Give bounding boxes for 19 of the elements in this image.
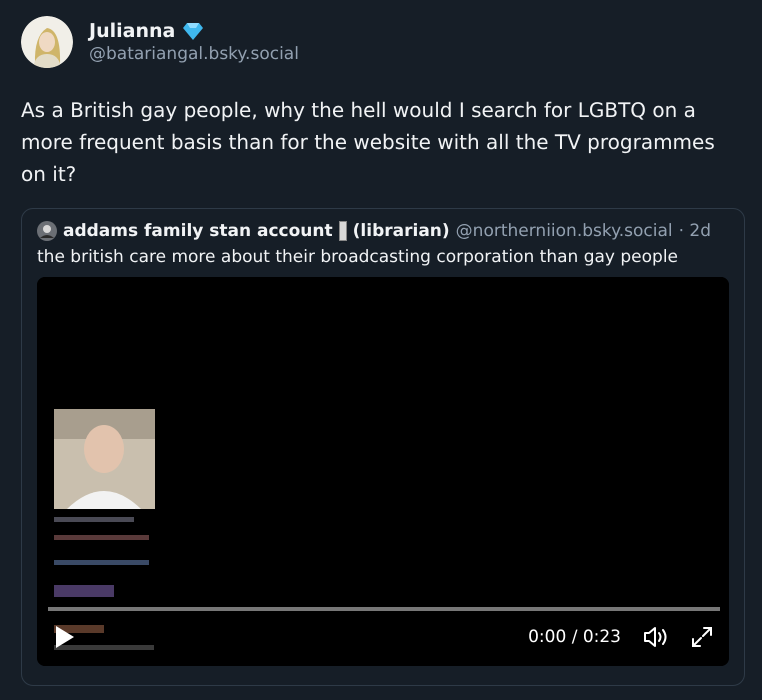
user-handle[interactable]: @batariangal.bsky.social (89, 44, 299, 64)
volume-icon[interactable] (643, 626, 669, 648)
quoted-author-handle[interactable]: @northerniion.bsky.social (456, 221, 673, 241)
play-icon[interactable] (55, 625, 75, 649)
display-name[interactable]: Julianna (89, 20, 176, 42)
post-text: As a British gay people, why the hell would I search for LGBTQ on a more frequent basis than for the website with all the TV programmes on it? (21, 97, 716, 188)
quoted-author-suffix: (librarian) (352, 221, 450, 241)
diamond-icon (183, 22, 204, 40)
video-player[interactable]: 0:00 / 0:23 (37, 277, 729, 666)
quoted-author-name[interactable]: addams family stan account (63, 221, 333, 241)
progress-track[interactable] (48, 607, 720, 611)
quoted-post-card[interactable]: addams family stan account (librarian) @northerniion.bsky.social · 2d the british care more about their broadcasting corporation than gay people 0:00 / 0:23 (21, 208, 745, 686)
video-time: 0:00 / 0:23 (528, 627, 621, 647)
post-age: · 2d (678, 221, 712, 241)
quoted-post-text: the british care more about their broadcasting corporation than gay people (37, 247, 680, 267)
fullscreen-icon[interactable] (691, 626, 713, 648)
avatar-icon (37, 221, 57, 241)
glyph-icon (338, 221, 347, 241)
avatar-icon[interactable] (21, 16, 73, 68)
